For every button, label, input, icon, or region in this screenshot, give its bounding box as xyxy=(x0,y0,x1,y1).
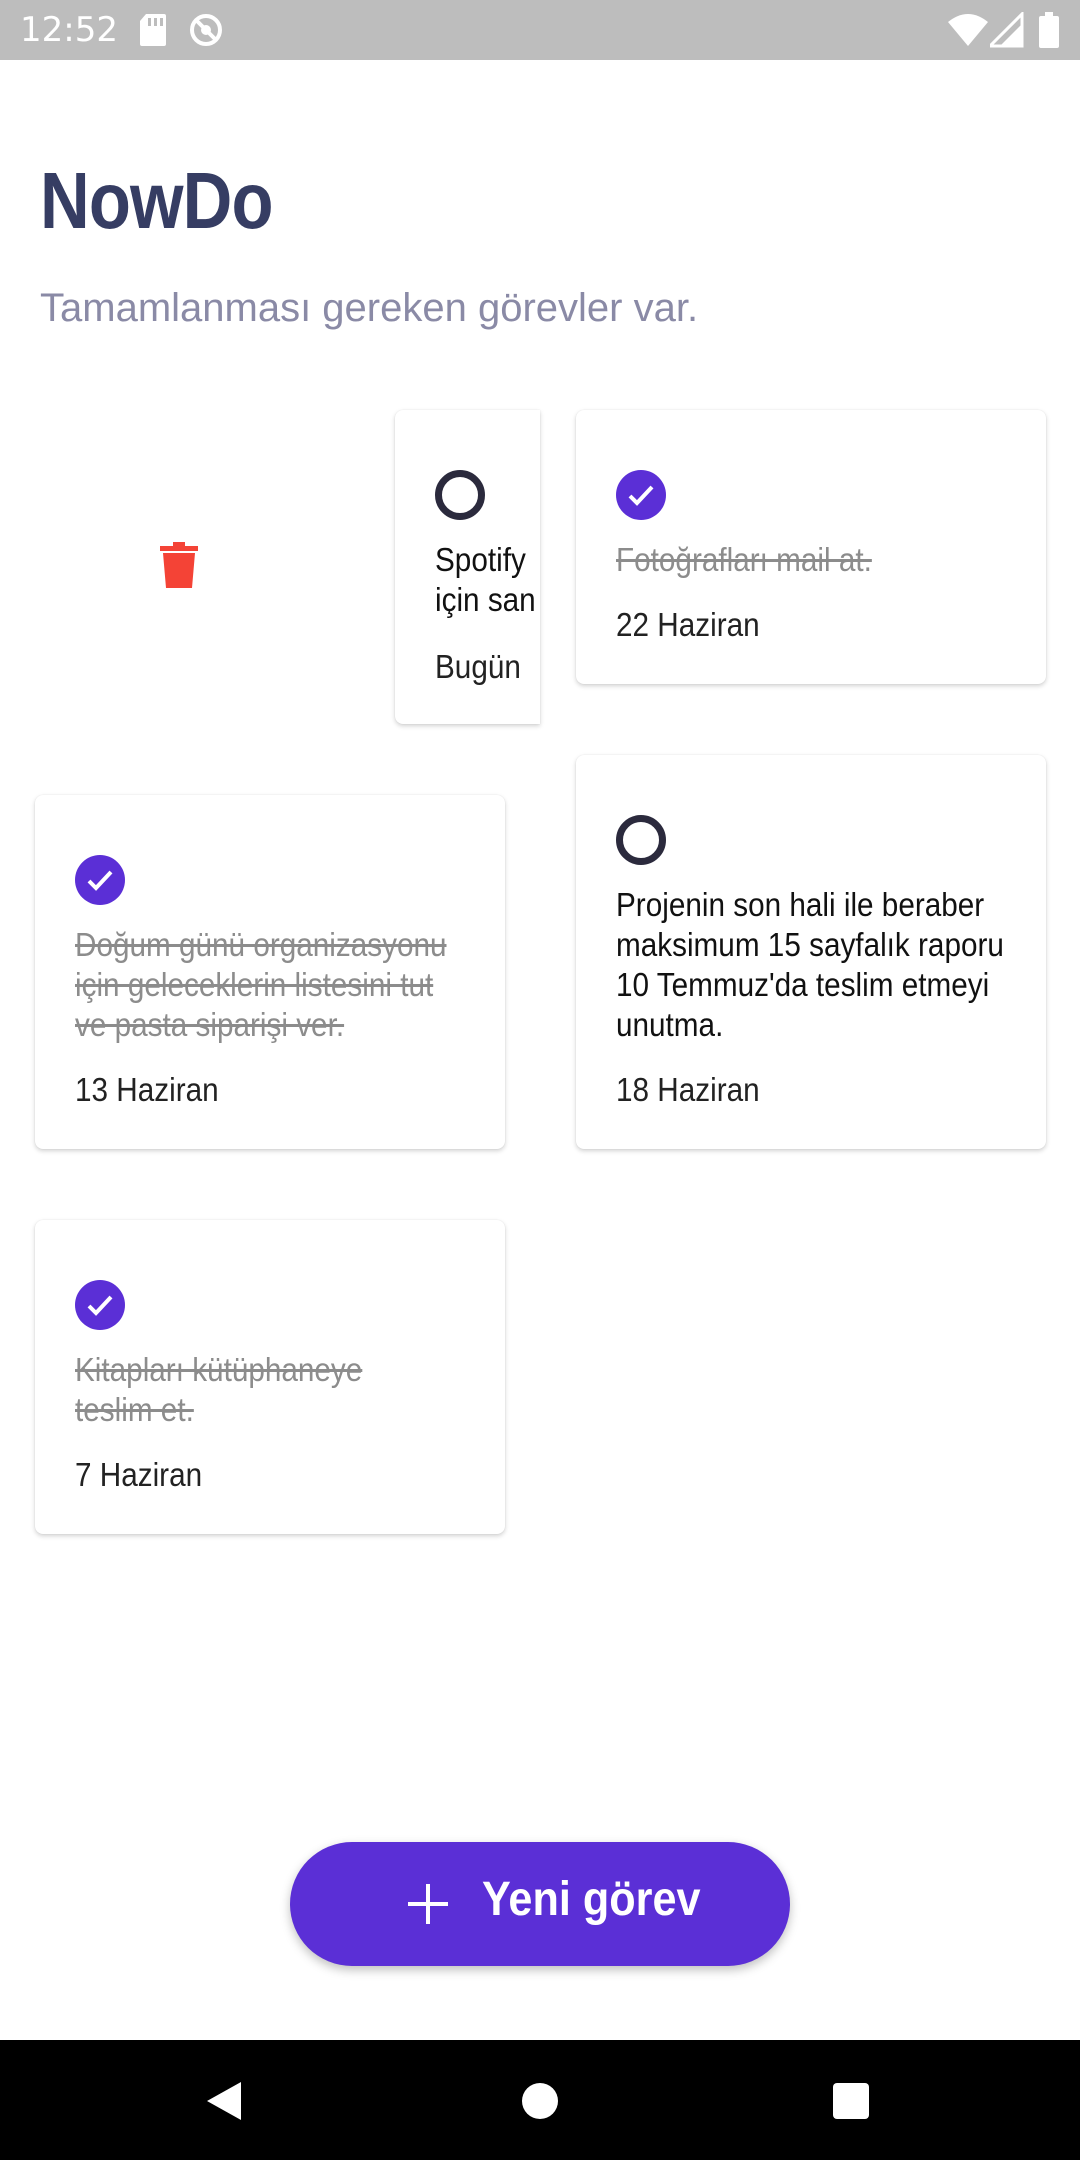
sync-disabled-icon xyxy=(188,12,224,53)
navigation-bar xyxy=(0,2040,1080,2160)
task-card[interactable]: Projenin son hali ile beraber maksimum 1… xyxy=(576,755,1046,1149)
status-bar: 12:52 xyxy=(0,0,1080,60)
status-time: 12:52 xyxy=(20,10,118,50)
task-card[interactable]: Doğum günü organizasyonu için gelecekler… xyxy=(35,795,505,1149)
check-icon xyxy=(628,485,654,506)
task-checkbox-unchecked[interactable] xyxy=(435,470,485,520)
page-subtitle: Tamamlanması gereken görevler var. xyxy=(40,286,699,330)
task-date: Bugün xyxy=(435,648,521,685)
app-title: NowDo xyxy=(40,156,274,245)
task-text: Fotoğrafları mail at. xyxy=(616,541,872,578)
new-task-button[interactable]: Yeni görev xyxy=(290,1842,790,1966)
task-date: 13 Haziran xyxy=(75,1071,219,1108)
new-task-label: Yeni görev xyxy=(482,1873,701,1926)
recents-icon[interactable] xyxy=(833,2083,869,2119)
delete-icon[interactable] xyxy=(160,542,198,593)
home-icon[interactable] xyxy=(522,2083,558,2119)
task-card[interactable]: Kitapları kütüphaneye teslim et. 7 Hazir… xyxy=(35,1220,505,1534)
task-text: Spotify için san xyxy=(435,541,536,618)
task-card[interactable]: Fotoğrafları mail at. 22 Haziran xyxy=(576,410,1046,684)
task-date: 18 Haziran xyxy=(616,1071,760,1108)
task-checkbox-checked[interactable] xyxy=(75,1280,125,1330)
signal-icon xyxy=(986,10,1024,53)
back-icon[interactable] xyxy=(205,2080,245,2127)
plus-icon xyxy=(408,1884,448,1929)
wifi-icon xyxy=(948,12,988,53)
task-checkbox-unchecked[interactable] xyxy=(616,815,666,865)
sd-card-icon xyxy=(138,12,168,53)
battery-icon xyxy=(1038,12,1060,53)
check-icon xyxy=(87,1295,113,1316)
task-text: Doğum günü organizasyonu için gelecekler… xyxy=(75,926,447,1043)
task-text: Projenin son hali ile beraber maksimum 1… xyxy=(616,886,1004,1043)
task-checkbox-checked[interactable] xyxy=(616,470,666,520)
task-date: 7 Haziran xyxy=(75,1456,203,1493)
task-checkbox-checked[interactable] xyxy=(75,855,125,905)
task-text: Kitapları kütüphaneye teslim et. xyxy=(75,1351,363,1428)
task-card-swiped[interactable]: Spotify için san Bugün xyxy=(395,410,540,724)
task-date: 22 Haziran xyxy=(616,606,760,643)
check-icon xyxy=(87,870,113,891)
